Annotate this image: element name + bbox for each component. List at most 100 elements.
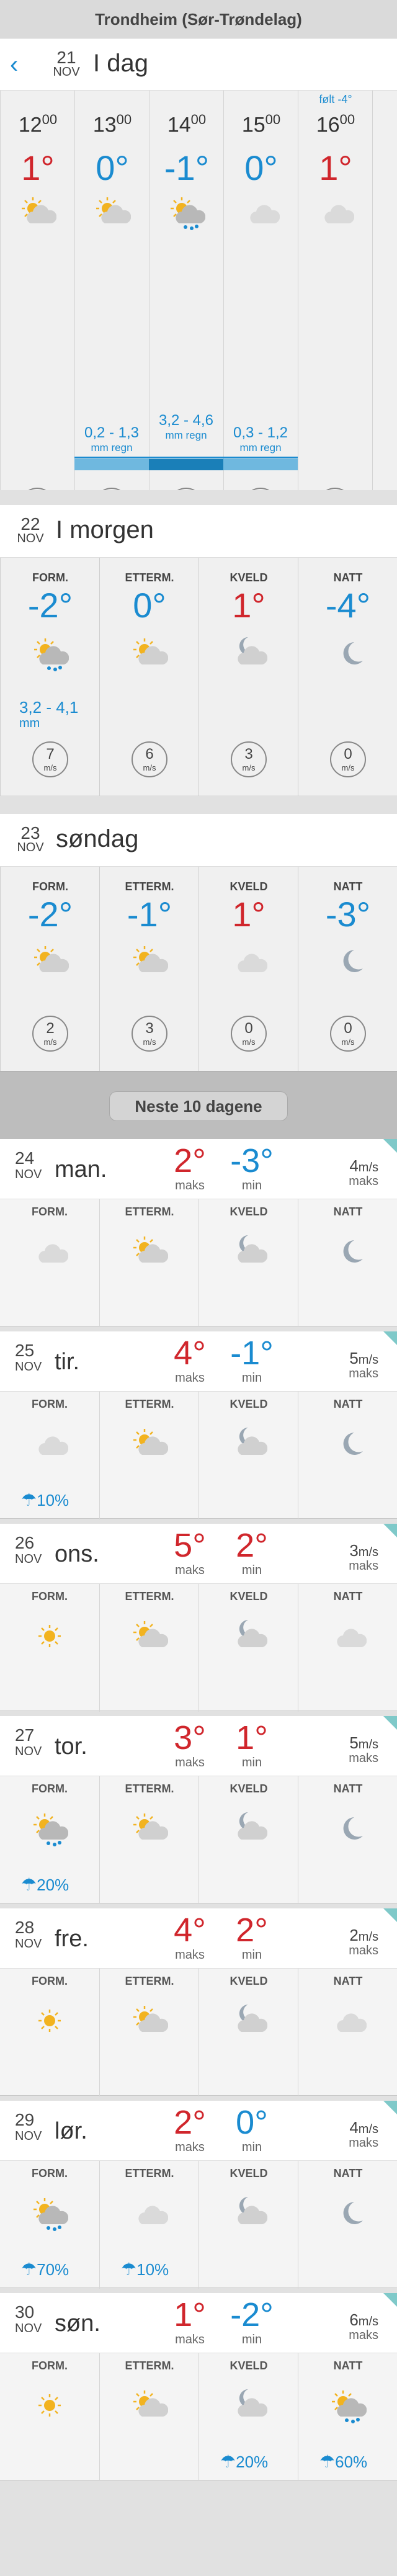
moon-cloud-icon <box>230 2002 268 2039</box>
rain-amount: 0,3 - 1,2 mm regn <box>223 426 298 455</box>
day-card-header: 24 NOV man. 2° -3° maks min 4m/s maks <box>0 1139 397 1199</box>
ten-day-list: 24 NOV man. 2° -3° maks min 4m/s maks FORM. ETTERM… <box>0 1139 397 2504</box>
day-card[interactable]: 29 NOV lør. 2° 0° maks min 4m/s maks FORM. ☂70% ETT… <box>0 2101 397 2289</box>
cloud-icon <box>31 1233 69 1270</box>
hour-temperature: 1° <box>21 148 55 187</box>
day-card[interactable]: 25 NOV tir. 4° -1° maks min 5m/s maks FORM. ☂10% ET… <box>0 1331 397 1519</box>
period-column: KVELD 1° 3 m/s <box>198 558 298 796</box>
day-card-header: 25 NOV tir. 4° -1° maks min 5m/s maks <box>0 1331 397 1391</box>
precip-probability: ☂10% <box>121 2259 169 2279</box>
period-column: ETTERM. <box>99 1584 198 1712</box>
period-label: KVELD <box>230 1398 268 1410</box>
rain-value: 0,3 - 1,2 <box>233 424 288 441</box>
period-temperature: -1° <box>127 895 172 934</box>
wind-speed: 7 <box>46 746 55 763</box>
rain-amount: 3,2 - 4,1 mm <box>19 699 78 731</box>
hourly-forecast[interactable]: 12001°2m/sflau vindfra SØ997 hPA13000°2m… <box>0 91 397 490</box>
period-label: NATT <box>333 1398 363 1410</box>
max-label: maks <box>175 1756 205 1769</box>
rain-value: 3,2 - 4,1 <box>19 698 79 717</box>
period-column: ETTERM. -1° 3 m/s <box>99 867 198 1071</box>
period-label: FORM. <box>32 1398 68 1410</box>
umbrella-icon: ☂ <box>21 1875 37 1894</box>
period-column: KVELD <box>198 2161 298 2289</box>
period-label: NATT <box>333 2167 363 2180</box>
period-label: NATT <box>333 1205 363 1218</box>
period-label: KVELD <box>230 571 268 584</box>
rain-unit: mm regn <box>165 429 207 441</box>
sun-cloud-icon <box>94 194 132 231</box>
day-date: 25 NOV <box>15 1342 42 1375</box>
weekday-label: man. <box>55 1156 107 1183</box>
period-column: NATT <box>298 1392 397 1519</box>
wind-speed: 3 <box>244 746 253 763</box>
day-card[interactable]: 24 NOV man. 2° -3° maks min 4m/s maks FORM. ETTERM… <box>0 1139 397 1327</box>
hour-column: M1frifra10 hPA <box>372 91 397 490</box>
wind-badge: 0 m/s <box>231 1016 267 1052</box>
moon-cloud-icon <box>230 2194 268 2232</box>
max-label: maks <box>175 1371 205 1385</box>
min-label: min <box>241 1179 262 1192</box>
day-number: 24 <box>15 1148 35 1168</box>
wind-value: 4 <box>349 2118 359 2137</box>
umbrella-icon: ☂ <box>121 2260 137 2279</box>
sunday-header: 23 NOV søndag <box>0 814 397 866</box>
period-column: NATT <box>298 1584 397 1712</box>
day-card[interactable]: 28 NOV fre. 4° 2° maks min 2m/s maks FORM. ETTERM.… <box>0 1908 397 2096</box>
cloud-rain-icon <box>168 194 206 231</box>
rain-amount: 0,2 - 1,3 mm regn <box>74 426 149 455</box>
min-label: min <box>241 2140 262 2154</box>
sun-cloud-icon <box>131 1617 169 1655</box>
rain-amount: 3,2 - 4,6 mm regn <box>149 413 223 443</box>
max-label: maks <box>175 1948 205 1962</box>
period-column: FORM. <box>0 1584 99 1712</box>
period-label: ETTERM. <box>125 1590 174 1603</box>
day-date: 30 NOV <box>15 2304 42 2337</box>
moon-cloud-icon <box>230 1617 268 1655</box>
day-card-header: 27 NOV tor. 3° 1° maks min 5m/s maks <box>0 1716 397 1776</box>
wind-maks-label: maks <box>349 1367 378 1380</box>
cloud-rain-icon <box>31 1810 69 1847</box>
moon-icon <box>329 1233 367 1270</box>
precip-probability: ☂10% <box>21 1490 69 1510</box>
precip-value: 10% <box>37 1491 69 1509</box>
period-column: FORM. ☂70% <box>0 2161 99 2289</box>
day-card[interactable]: 27 NOV tor. 3° 1° maks min 5m/s maks FORM. ☂20% ETT… <box>0 1716 397 1904</box>
day-card-periods: FORM. ETTERM. KVELD ☂20% NATT ☂60% <box>0 2353 397 2481</box>
period-column: KVELD <box>198 1776 298 1904</box>
period-label: FORM. <box>32 2359 68 2372</box>
period-column: FORM. <box>0 1969 99 2096</box>
period-label: FORM. <box>32 1205 68 1218</box>
cloud-icon <box>230 942 268 980</box>
wind-maks-label: maks <box>349 1174 378 1188</box>
back-chevron-icon[interactable]: ‹ <box>10 51 18 79</box>
next-10-days-button[interactable]: Neste 10 dagene <box>109 1091 288 1121</box>
weekday-label: fre. <box>55 1926 89 1952</box>
min-label: min <box>241 2333 262 2346</box>
period-label: ETTERM. <box>125 880 174 893</box>
minute-label: 00 <box>265 112 281 127</box>
day-card[interactable]: 26 NOV ons. 5° 2° maks min 3m/s maks FORM. ETTERM.… <box>0 1524 397 1712</box>
max-temperature: 4° <box>174 1335 206 1372</box>
precip-value: 20% <box>37 1876 69 1894</box>
today-header: ‹ 21 NOV I dag <box>0 38 397 91</box>
min-temperature: 2° <box>236 1912 268 1949</box>
wind-speed: 5m/s maks <box>349 1735 378 1765</box>
wind-maks-label: maks <box>349 1751 378 1765</box>
wind-badge: 2m/s <box>244 488 277 490</box>
weekday-label: tir. <box>55 1349 80 1375</box>
day-card[interactable]: 30 NOV søn. 1° -2° maks min 6m/s maks FORM. ETTERM… <box>0 2293 397 2481</box>
day-date: 27 NOV <box>15 1727 42 1760</box>
minute-label: 00 <box>190 112 207 127</box>
wind-speed: 6m/s maks <box>349 2312 378 2342</box>
tomorrow-date: 22 NOV <box>17 514 44 545</box>
period-column: ETTERM. <box>99 2353 198 2481</box>
hour-label: 14 <box>167 113 191 137</box>
minute-label: 00 <box>116 112 132 127</box>
tomorrow-periods[interactable]: FORM. -2° 3,2 - 4,1 mm 7 m/s ETTERM. 0° 6 m/s KVEL… <box>0 557 397 796</box>
max-temperature: 2° <box>174 1142 206 1179</box>
period-column: NATT -4° 0 m/s <box>298 558 397 796</box>
rain-bar <box>223 459 298 470</box>
wind-unit: m/s <box>358 1353 378 1367</box>
sunday-periods[interactable]: FORM. -2° 2 m/s ETTERM. -1° 3 m/s KVELD 1° 0 m/s NAT… <box>0 866 397 1071</box>
